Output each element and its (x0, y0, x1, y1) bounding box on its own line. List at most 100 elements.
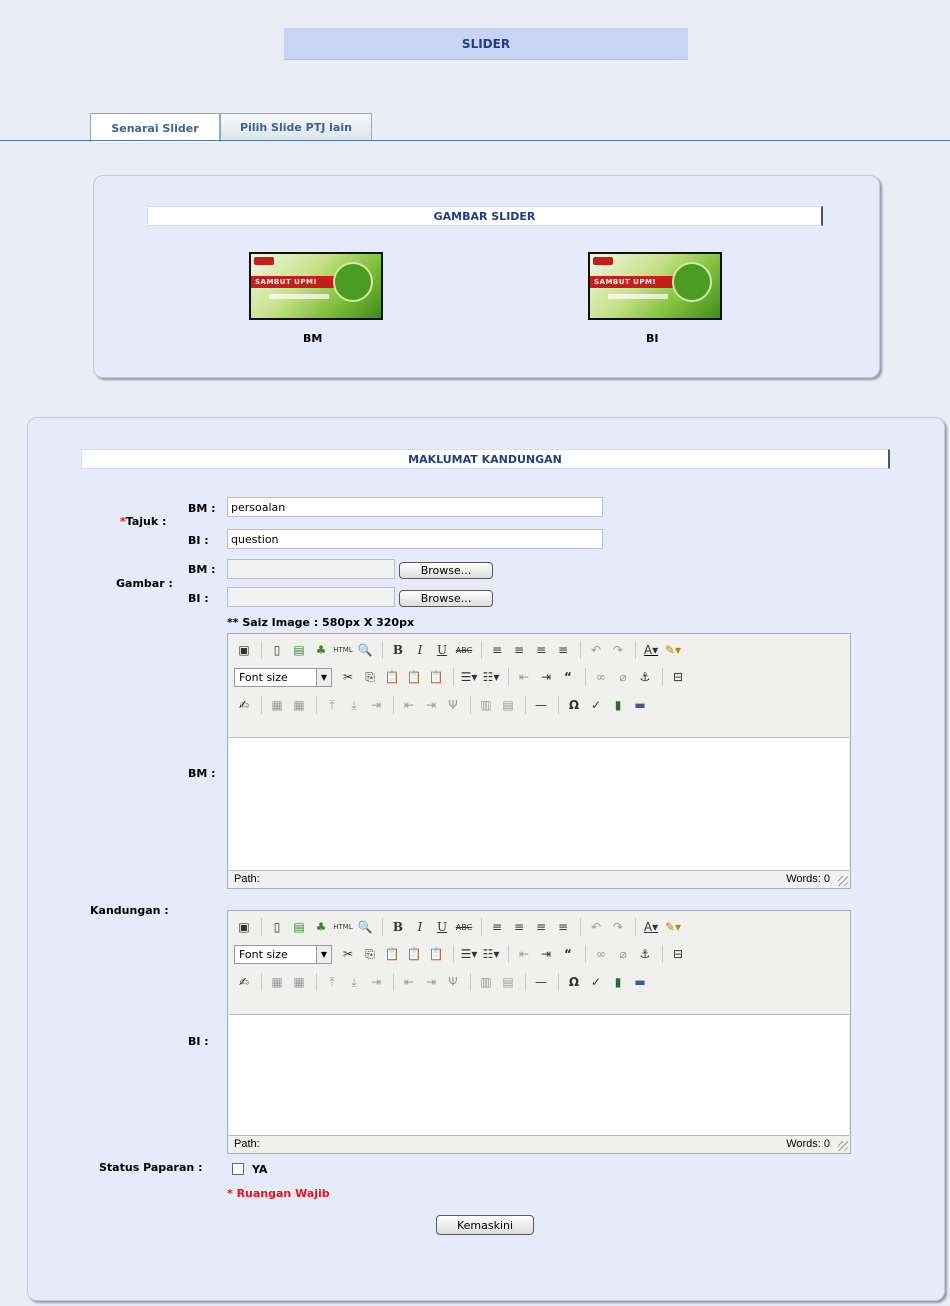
numbered-list-icon[interactable]: ☷▾ (481, 944, 501, 964)
tab-senarai-slider[interactable]: Senarai Slider (90, 113, 220, 142)
insert-col-after-icon[interactable]: ⇥ (421, 695, 441, 715)
redo-icon[interactable]: ↷ (608, 917, 628, 937)
page-break-icon[interactable]: ⊟ (668, 667, 688, 687)
indent-icon[interactable]: ⇥ (536, 944, 556, 964)
fullscreen-icon[interactable]: ▣ (234, 917, 254, 937)
paste-icon[interactable]: 📋 (382, 944, 402, 964)
paste-icon[interactable]: 📋 (382, 667, 402, 687)
undo-icon[interactable]: ↶ (586, 640, 606, 660)
media-icon[interactable]: ▮ (608, 972, 628, 992)
numbered-list-icon[interactable]: ☷▾ (481, 667, 501, 687)
highlight-color-icon[interactable]: ✎▾ (663, 917, 683, 937)
slider-image-bm[interactable]: SAMBUT UPM! (249, 252, 383, 320)
align-center-icon[interactable]: ≡ (509, 640, 529, 660)
editor-content-area-bi[interactable] (229, 1014, 849, 1136)
anchor-icon[interactable]: ⚓ (635, 667, 655, 687)
blockquote-icon[interactable]: “ (558, 667, 578, 687)
align-left-icon[interactable]: ≡ (487, 640, 507, 660)
new-document-icon[interactable]: ▯ (267, 640, 287, 660)
blockquote-icon[interactable]: “ (558, 944, 578, 964)
gambar-bm-browse-button[interactable]: Browse... (399, 562, 493, 579)
cut-icon[interactable]: ✂ (338, 944, 358, 964)
table-row-props-icon[interactable]: ▦ (267, 972, 287, 992)
insert-row-before-icon[interactable]: ⤒ (322, 695, 342, 715)
split-cells-icon[interactable]: ▥ (476, 972, 496, 992)
bold-icon[interactable]: B (388, 640, 408, 660)
tajuk-bi-input[interactable]: question (227, 529, 603, 549)
media-icon[interactable]: ▮ (608, 695, 628, 715)
delete-row-icon[interactable]: ⇥ (366, 972, 386, 992)
insert-col-before-icon[interactable]: ⇤ (399, 695, 419, 715)
text-color-icon[interactable]: A▾ (641, 640, 661, 660)
insert-row-before-icon[interactable]: ⤒ (322, 972, 342, 992)
copy-icon[interactable]: ⎘ (360, 667, 380, 687)
undo-icon[interactable]: ↶ (586, 917, 606, 937)
merge-cells-icon[interactable]: ▤ (498, 695, 518, 715)
anchor-icon[interactable]: ⚓ (635, 944, 655, 964)
spellcheck-icon[interactable]: ✓ (586, 972, 606, 992)
horizontal-rule-icon[interactable]: — (531, 695, 551, 715)
preview-icon[interactable]: 🔍 (355, 917, 375, 937)
resize-handle-icon[interactable] (838, 1141, 848, 1151)
gambar-bi-browse-button[interactable]: Browse... (399, 590, 493, 607)
table-cell-props-icon[interactable]: ▦ (289, 695, 309, 715)
fullscreen-icon[interactable]: ▣ (234, 640, 254, 660)
italic-icon[interactable]: I (410, 917, 430, 937)
redo-icon[interactable]: ↷ (608, 640, 628, 660)
split-cells-icon[interactable]: ▥ (476, 695, 496, 715)
delete-row-icon[interactable]: ⇥ (366, 695, 386, 715)
delete-col-icon[interactable]: Ψ (443, 695, 463, 715)
gambar-bm-file-input[interactable] (227, 559, 395, 579)
strikethrough-icon[interactable]: ABC (454, 917, 474, 937)
edit-attributes-icon[interactable]: ✍ (234, 972, 254, 992)
paste-word-icon[interactable]: 📋 (426, 944, 446, 964)
merge-cells-icon[interactable]: ▤ (498, 972, 518, 992)
page-break-icon[interactable]: ⊟ (668, 944, 688, 964)
align-right-icon[interactable]: ≡ (531, 917, 551, 937)
delete-col-icon[interactable]: Ψ (443, 972, 463, 992)
align-justify-icon[interactable]: ≡ (553, 640, 573, 660)
underline-icon[interactable]: U (432, 640, 452, 660)
hr-insert-icon[interactable]: ▬ (630, 972, 650, 992)
table-row-props-icon[interactable]: ▦ (267, 695, 287, 715)
indent-icon[interactable]: ⇥ (536, 667, 556, 687)
status-ya-checkbox[interactable] (232, 1163, 244, 1175)
paste-text-icon[interactable]: 📋 (404, 944, 424, 964)
horizontal-rule-icon[interactable]: — (531, 972, 551, 992)
template-icon[interactable]: ▤ (289, 917, 309, 937)
tab-pilih-slide-ptj[interactable]: Pilih Slide PTJ lain (220, 113, 372, 141)
bullet-list-icon[interactable]: ☰▾ (459, 944, 479, 964)
text-color-icon[interactable]: A▾ (641, 917, 661, 937)
tajuk-bm-input[interactable]: persoalan (227, 497, 603, 517)
align-left-icon[interactable]: ≡ (487, 917, 507, 937)
insert-image-icon[interactable]: ♣ (311, 917, 331, 937)
new-document-icon[interactable]: ▯ (267, 917, 287, 937)
outdent-icon[interactable]: ⇤ (514, 667, 534, 687)
paste-text-icon[interactable]: 📋 (404, 667, 424, 687)
underline-icon[interactable]: U (432, 917, 452, 937)
html-source-icon[interactable]: HTML (333, 917, 353, 937)
unlink-icon[interactable]: ⌀ (613, 944, 633, 964)
align-right-icon[interactable]: ≡ (531, 640, 551, 660)
template-icon[interactable]: ▤ (289, 640, 309, 660)
gambar-bi-file-input[interactable] (227, 587, 395, 607)
table-cell-props-icon[interactable]: ▦ (289, 972, 309, 992)
bold-icon[interactable]: B (388, 917, 408, 937)
insert-col-before-icon[interactable]: ⇤ (399, 972, 419, 992)
slider-image-bi[interactable]: SAMBUT UPM! (588, 252, 722, 320)
font-size-select[interactable]: Font size ▼ (234, 667, 332, 687)
insert-row-after-icon[interactable]: ⤓ (344, 695, 364, 715)
preview-icon[interactable]: 🔍 (355, 640, 375, 660)
spellcheck-icon[interactable]: ✓ (586, 695, 606, 715)
strikethrough-icon[interactable]: ABC (454, 640, 474, 660)
outdent-icon[interactable]: ⇤ (514, 944, 534, 964)
insert-col-after-icon[interactable]: ⇥ (421, 972, 441, 992)
editor-content-area-bm[interactable] (229, 737, 849, 871)
align-justify-icon[interactable]: ≡ (553, 917, 573, 937)
link-icon[interactable]: ∞ (591, 667, 611, 687)
kemaskini-button[interactable]: Kemaskini (436, 1215, 534, 1235)
html-source-icon[interactable]: HTML (333, 640, 353, 660)
copy-icon[interactable]: ⎘ (360, 944, 380, 964)
align-center-icon[interactable]: ≡ (509, 917, 529, 937)
cut-icon[interactable]: ✂ (338, 667, 358, 687)
